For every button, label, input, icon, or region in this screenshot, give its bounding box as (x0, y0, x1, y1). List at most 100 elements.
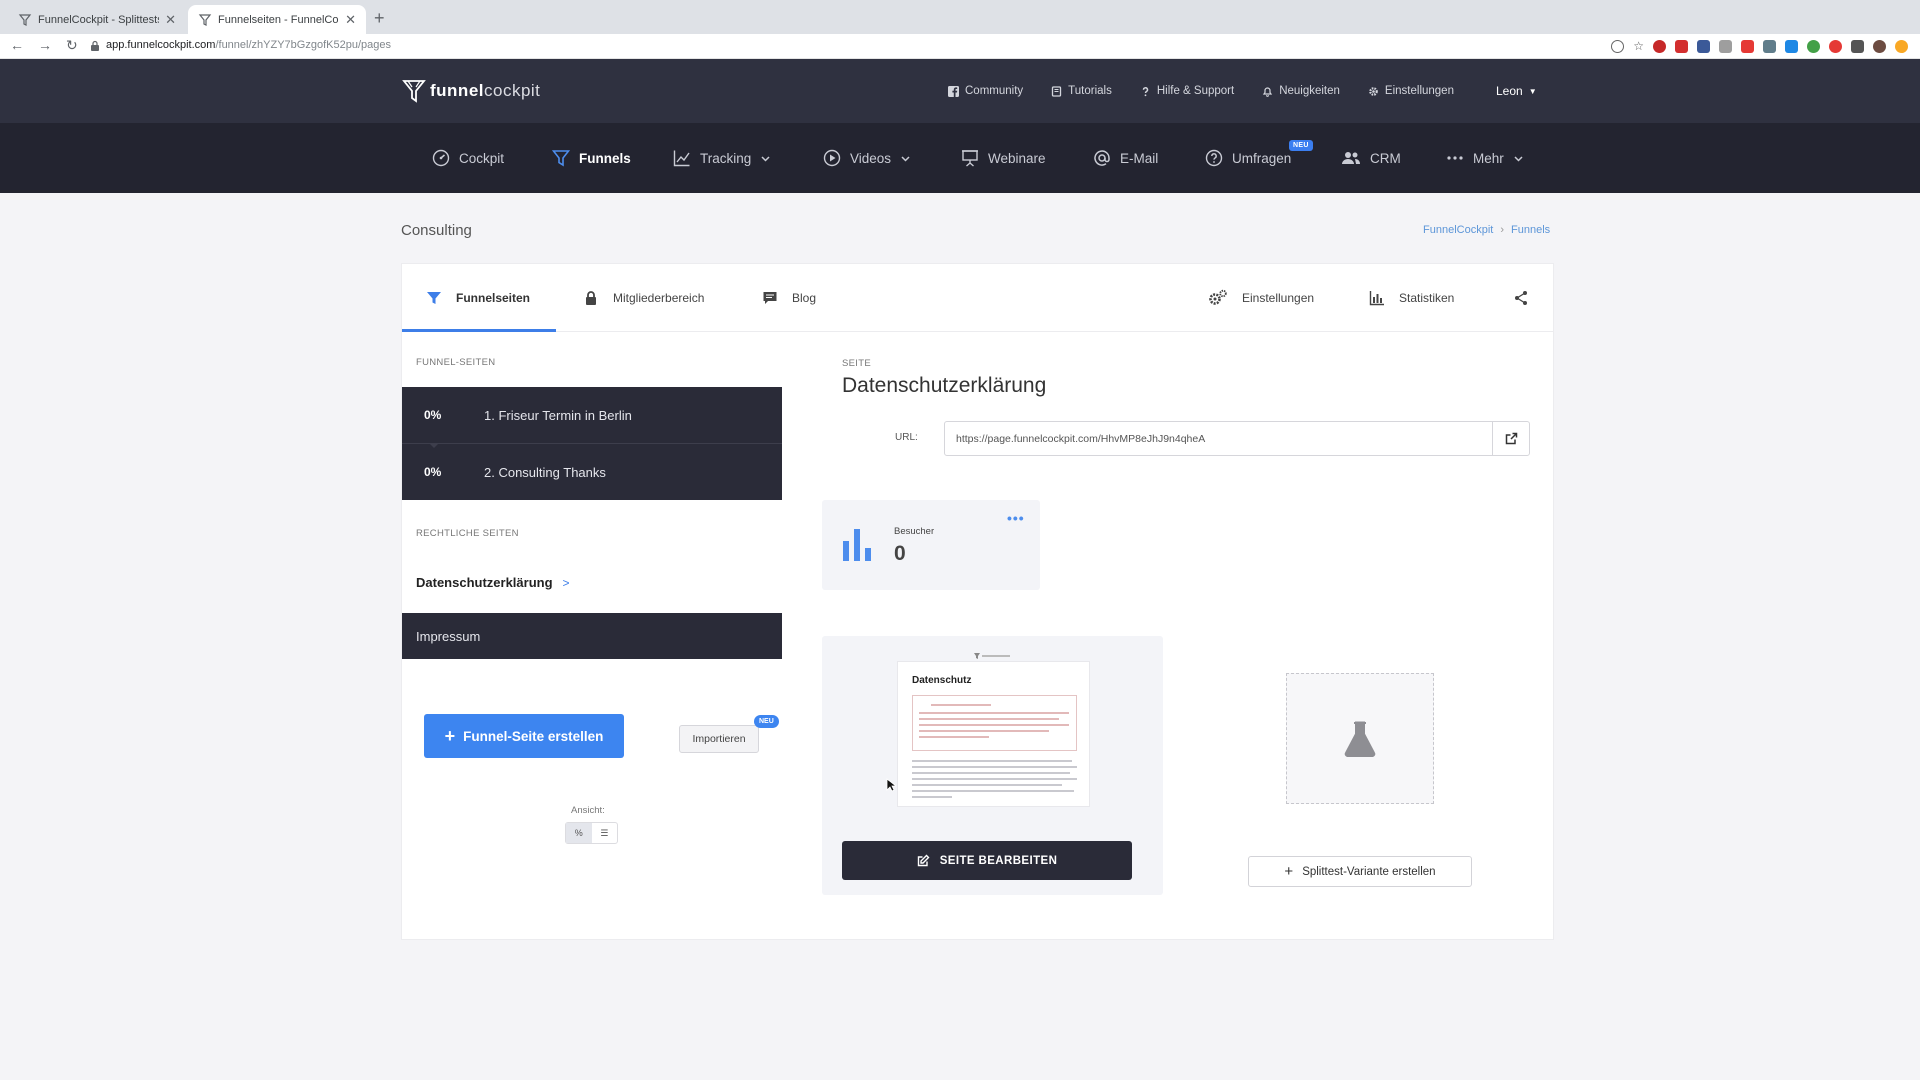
header-link-support[interactable]: Hilfe & Support (1140, 85, 1234, 97)
active-tab-indicator (402, 329, 556, 332)
plus-icon: + (444, 725, 456, 746)
new-tab-button[interactable]: + (374, 9, 385, 27)
app-header: funnel cockpit Community Tutorials Hilfe … (0, 59, 1920, 123)
tab-einstellungen[interactable]: Einstellungen (1208, 264, 1314, 332)
chevron-right-icon: > (562, 575, 570, 590)
page-title: Consulting (401, 222, 472, 239)
edit-page-button[interactable]: SEITE BEARBEITEN (842, 841, 1132, 880)
extension-icon[interactable] (1785, 39, 1798, 53)
bar-chart-icon (1369, 291, 1384, 306)
new-badge: NEU (1289, 140, 1313, 151)
page-section-label: SEITE (842, 358, 871, 369)
import-button-label: Importieren (692, 733, 746, 745)
main-nav: Cockpit Funnels Tracking Videos Webinare… (0, 123, 1920, 193)
import-button[interactable]: Importieren (679, 725, 759, 753)
nav-item-videos[interactable]: Videos (823, 123, 910, 193)
nav-item-umfragen[interactable]: Umfragen (1205, 123, 1291, 193)
forward-icon[interactable]: → (38, 37, 52, 54)
header-link-label: Einstellungen (1384, 85, 1454, 97)
nav-item-label: Cockpit (459, 150, 505, 166)
create-button-label: Funnel-Seite erstellen (463, 728, 604, 744)
nav-item-label: CRM (1370, 150, 1401, 166)
tab-statistiken[interactable]: Statistiken (1369, 264, 1454, 332)
funnel-page-name: 2. Consulting Thanks (484, 464, 606, 480)
extension-icon[interactable] (1807, 39, 1820, 53)
extension-icon[interactable] (1675, 39, 1688, 53)
nav-item-crm[interactable]: CRM (1341, 123, 1401, 193)
nav-item-cockpit[interactable]: Cockpit (432, 123, 504, 193)
list-item-legal-impressum[interactable]: Impressum (402, 613, 782, 659)
more-options-icon[interactable]: ••• (1007, 510, 1025, 526)
tab-label: Mitgliederbereich (613, 291, 705, 305)
splittest-placeholder[interactable] (1286, 673, 1434, 804)
preview-heading: Datenschutz (912, 675, 972, 686)
gauge-icon (432, 149, 450, 167)
funnel-card: Funnelseiten Mitgliederbereich Blog Eins… (401, 263, 1554, 940)
extension-icon[interactable] (1895, 39, 1908, 53)
extension-icon[interactable] (1697, 39, 1710, 53)
tab-funnelseiten[interactable]: Funnelseiten (426, 264, 530, 332)
star-icon[interactable]: ☆ (1633, 39, 1644, 53)
breadcrumb-link-funnels[interactable]: Funnels (1511, 224, 1550, 236)
page-thumbnail[interactable]: Datenschutz (898, 653, 1089, 806)
create-funnel-page-button[interactable]: + Funnel-Seite erstellen (424, 714, 624, 758)
avatar[interactable] (1873, 39, 1886, 53)
new-badge: NEU (754, 715, 779, 728)
list-item-funnel-page[interactable]: 0% 1. Friseur Termin in Berlin (402, 387, 782, 443)
close-icon[interactable]: ✕ (165, 12, 176, 28)
logo[interactable]: funnel cockpit (402, 78, 540, 104)
nav-item-email[interactable]: E-Mail (1093, 123, 1158, 193)
header-link-tutorials[interactable]: Tutorials (1051, 85, 1112, 97)
extension-icon[interactable] (1829, 39, 1842, 53)
play-icon (823, 149, 841, 167)
share-icon (1515, 291, 1527, 305)
list-item-funnel-page[interactable]: 0% 2. Consulting Thanks (402, 444, 782, 500)
extension-icon[interactable] (1719, 39, 1732, 53)
nav-item-label: Funnels (579, 150, 631, 166)
reload-icon[interactable]: ↻ (66, 37, 78, 54)
users-icon (1342, 152, 1360, 164)
question-circle-icon (1205, 149, 1223, 167)
tab-label: Blog (792, 291, 817, 305)
header-link-settings[interactable]: Einstellungen (1368, 85, 1454, 97)
extension-icon[interactable] (1741, 39, 1754, 53)
user-menu[interactable]: Leon ▼ (1496, 84, 1537, 98)
location-icon[interactable] (1611, 39, 1625, 53)
view-list-button[interactable]: ☰ (592, 823, 618, 843)
facebook-icon (948, 85, 959, 97)
url-host: app.funnelcockpit.com (106, 39, 216, 51)
nav-item-webinare[interactable]: Webinare (961, 123, 1046, 193)
menu-list-icon[interactable] (1851, 39, 1864, 53)
url-label: URL: (895, 432, 918, 443)
extension-icon[interactable] (1653, 39, 1666, 53)
header-link-news[interactable]: Neuigkeiten (1262, 85, 1340, 97)
tab-mitgliederbereich[interactable]: Mitgliederbereich (583, 264, 704, 332)
share-button[interactable] (1513, 264, 1529, 332)
tab-label: Funnelseiten (456, 291, 531, 305)
funnel-pages-list: 0% 1. Friseur Termin in Berlin 0% 2. Con… (402, 387, 782, 500)
open-url-button[interactable] (1492, 421, 1530, 456)
at-icon (1094, 150, 1110, 166)
nav-item-funnels[interactable]: Funnels (552, 123, 631, 193)
create-splittest-button[interactable]: + Splittest-Variante erstellen (1248, 856, 1472, 887)
url-field[interactable]: app.funnelcockpit.com/funnel/zhYZY7bGzgo… (90, 39, 391, 51)
breadcrumb-link-funnelcockpit[interactable]: FunnelCockpit (1423, 224, 1493, 236)
browser-tab-funnelseiten[interactable]: Funnelseiten - FunnelCockpit ✕ (188, 5, 366, 34)
close-icon[interactable]: ✕ (345, 12, 356, 28)
page-url-field[interactable]: https://page.funnelcockpit.com/HhvMP8eJh… (944, 421, 1493, 456)
chevron-down-icon (901, 155, 910, 162)
page-preview-panel: Datenschutz SEITE BEARBEITEN (822, 636, 1163, 895)
back-icon[interactable]: ← (10, 37, 24, 54)
book-icon (1052, 85, 1062, 97)
view-percent-button[interactable]: % (566, 823, 592, 843)
list-item-legal-datenschutz[interactable]: Datenschutzerklärung > (416, 575, 570, 590)
extension-icon[interactable] (1763, 39, 1776, 53)
nav-item-tracking[interactable]: Tracking (673, 123, 770, 193)
legal-pages-label: RECHTLICHE SEITEN (416, 528, 519, 539)
browser-tab-splittests[interactable]: FunnelCockpit - Splittests, Ma ✕ (8, 5, 186, 34)
percent-icon: % (574, 828, 583, 838)
header-link-community[interactable]: Community (948, 85, 1023, 97)
funnel-icon (427, 292, 441, 304)
nav-item-mehr[interactable]: Mehr (1446, 123, 1523, 193)
tab-blog[interactable]: Blog (762, 264, 816, 332)
